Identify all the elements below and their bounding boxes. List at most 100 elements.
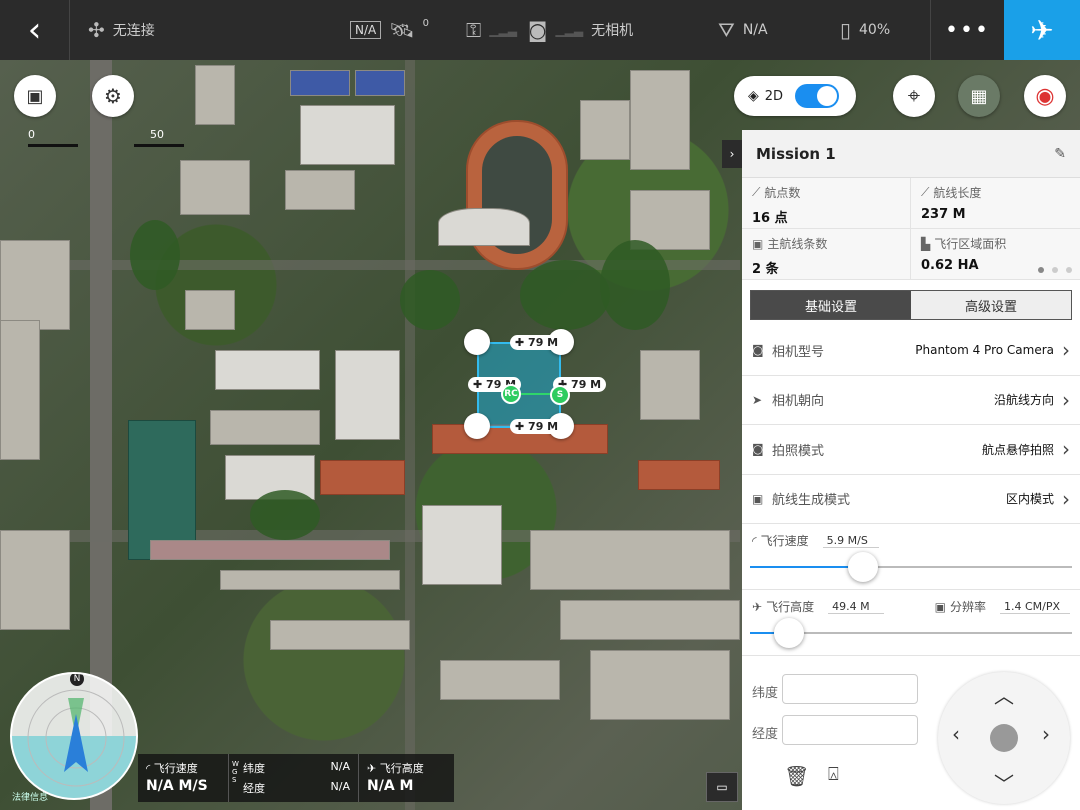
navigate-icon[interactable]: ⍓	[828, 764, 839, 785]
speed-value[interactable]: 5.9 M/S	[822, 534, 879, 548]
map-scale: 0 50	[28, 128, 188, 148]
telemetry-altitude-value: N/A M	[367, 778, 414, 794]
telemetry-altitude: ✈ 飞行高度 N/A M	[358, 754, 454, 802]
stat-waypoints: ⟋ 航点数 16 点	[742, 178, 911, 229]
toggle-label: 2D	[764, 88, 784, 104]
page-indicator[interactable]	[1038, 267, 1072, 273]
camera-model-row[interactable]: ◙ 相机型号 Phantom 4 Pro Camera ›	[742, 326, 1080, 376]
edge-length-top[interactable]: ✚ 79 M	[510, 335, 564, 350]
chevron-right-icon: ›	[1062, 387, 1070, 412]
camera-icon: ◙	[752, 343, 764, 358]
2d-toggle[interactable]: ◈ 2D	[734, 76, 856, 116]
ruler-icon: ⟋	[921, 185, 930, 199]
panel-collapse-button[interactable]: ›	[722, 140, 742, 168]
gear-icon: ⚙	[104, 84, 122, 108]
corner-handle-bottom-left[interactable]	[464, 413, 490, 439]
photo-mode-row[interactable]: ◙ 拍照模式 航点悬停拍照 ›	[742, 425, 1080, 475]
rc-marker: RC	[501, 384, 521, 404]
settings-tabs: 基础设置 高级设置	[750, 290, 1072, 320]
signal-bars-icon: ▁▂▃	[489, 23, 517, 37]
compass-icon: ◉	[1035, 83, 1055, 109]
battery-status: ▯ 40%	[840, 0, 890, 60]
camera-icon: ◙	[528, 18, 548, 42]
down-arrow-button[interactable]: ﹀	[994, 768, 1014, 797]
route-length: 237 M	[921, 207, 966, 222]
mission-title: Mission 1	[756, 144, 836, 163]
altitude-slider-row: ✈ 飞行高度 49.4 M ▣ 分辨率 1.4 CM/PX	[742, 590, 1080, 656]
2d-switch[interactable]	[795, 84, 840, 108]
resolution-label: 分辨率	[949, 600, 986, 614]
speed-icon: ◜	[146, 762, 151, 775]
crosshair-icon: ⌖	[907, 83, 921, 109]
chevron-right-icon: ›	[1062, 437, 1070, 462]
resolution: ▣ 分辨率 1.4 CM/PX	[935, 598, 1070, 615]
telemetry-bar: ◜ 飞行速度 N/A M/S WGS 纬度 N/A 经度 N/A ✈ 飞行高度 N/…	[138, 754, 454, 802]
waypoint-count: 16 点	[752, 211, 788, 226]
gps-count: 0	[422, 17, 429, 29]
camera-signal-bars-icon: ▁▂▃	[555, 23, 584, 37]
start-point-marker: S	[550, 385, 570, 405]
resolution-value: 1.4 CM/PX	[1000, 600, 1070, 614]
remote-controller-icon: ⚿	[466, 18, 482, 42]
camera-direction-value: 沿航线方向	[993, 393, 1054, 408]
altitude-icon: ✈	[367, 762, 377, 775]
connection-status: 无连接	[112, 23, 155, 39]
left-arrow-button[interactable]: ‹	[952, 722, 960, 746]
telemetry-speed: ◜ 飞行速度 N/A M/S	[138, 754, 228, 802]
edge-length-bottom[interactable]: ✚ 79 M	[510, 419, 564, 434]
settings-button[interactable]: ⚙	[92, 75, 134, 117]
heading-indicator	[27, 689, 125, 787]
picture-in-picture-icon: ▭	[716, 780, 728, 794]
compass-button[interactable]: ◉	[1024, 75, 1066, 117]
mission-stats: ⟋ 航点数 16 点 ⟋ 航线长度 237 M ▣ 主航线条数 2 条 ▙ 飞行区域面积…	[742, 178, 1080, 280]
photo-mode-value: 航点悬停拍照	[981, 442, 1054, 457]
chevron-right-icon: ›	[729, 147, 735, 161]
aircraft-connection: ✣ 无连接	[88, 0, 155, 60]
legal-info-link[interactable]: 法律信息	[12, 790, 48, 803]
latitude-label: 纬度	[752, 686, 779, 701]
right-arrow-button[interactable]: ›	[1042, 722, 1050, 746]
latitude-input[interactable]	[782, 674, 918, 704]
trash-icon[interactable]: 🗑	[784, 764, 809, 788]
drone-icon: ✣	[88, 18, 105, 42]
map-type-button[interactable]: ▦	[958, 75, 1000, 117]
altitude-icon: ⛛	[718, 18, 735, 42]
speed-slider-handle[interactable]	[847, 552, 878, 582]
save-button[interactable]: ▣	[14, 75, 56, 117]
speed-slider-row: ◜ 飞行速度 5.9 M/S	[742, 524, 1080, 590]
center-button[interactable]	[990, 724, 1018, 752]
top-status-bar: ‹ ✣ 无连接 N/A 🛰 0 ⚿ ▁▂▃ ◙ ▁▂▃ 无相机 ⛛ N/A ▯ …	[0, 0, 1080, 60]
locate-button[interactable]: ⌖	[893, 75, 935, 117]
camera-direction-row[interactable]: ➤ 相机朝向 沿航线方向 ›	[742, 376, 1080, 425]
longitude-label: 经度	[752, 727, 779, 742]
altitude-status: ⛛ N/A	[718, 0, 768, 60]
coordinate-editor: 纬度 经度 🗑 ⍓ ︿ ﹀ ‹ ›	[742, 660, 1080, 810]
takeoff-button[interactable]: ✈	[1004, 0, 1080, 60]
stat-main-routes: ▣ 主航线条数 2 条	[742, 229, 911, 280]
speed-icon: ◜	[752, 533, 757, 548]
airplane-icon: ✈	[1030, 13, 1054, 47]
battery-icon: ▯	[840, 18, 852, 42]
switch-view-button[interactable]: ▭	[706, 772, 738, 802]
save-icon: ▣	[26, 85, 44, 107]
corner-handle-top-left[interactable]	[464, 329, 490, 355]
tab-advanced-settings[interactable]: 高级设置	[911, 291, 1071, 319]
longitude-input[interactable]	[782, 715, 918, 745]
photo-mode-icon: ◙	[752, 442, 764, 457]
more-options-button[interactable]: •••	[930, 0, 1004, 60]
speed-label: 飞行速度	[760, 534, 809, 548]
longitude-value: N/A	[330, 780, 350, 793]
altitude-icon: ✈	[752, 599, 763, 614]
altitude-slider-handle[interactable]	[773, 618, 804, 648]
up-arrow-button[interactable]: ︿	[994, 680, 1014, 709]
scale-zero: 0	[28, 128, 35, 141]
altitude-value[interactable]: 49.4 M	[828, 600, 885, 614]
camera-status-text: 无相机	[591, 23, 634, 39]
route-icon: ▣	[752, 236, 764, 251]
main-route-count: 2 条	[752, 262, 779, 277]
tab-basic-settings[interactable]: 基础设置	[751, 291, 911, 319]
edit-icon[interactable]: ✎	[1054, 146, 1066, 162]
route-generation-row[interactable]: ▣ 航线生成模式 区内模式 ›	[742, 475, 1080, 524]
satellite-icon: 🛰	[389, 18, 415, 42]
back-button[interactable]: ‹	[0, 0, 70, 60]
